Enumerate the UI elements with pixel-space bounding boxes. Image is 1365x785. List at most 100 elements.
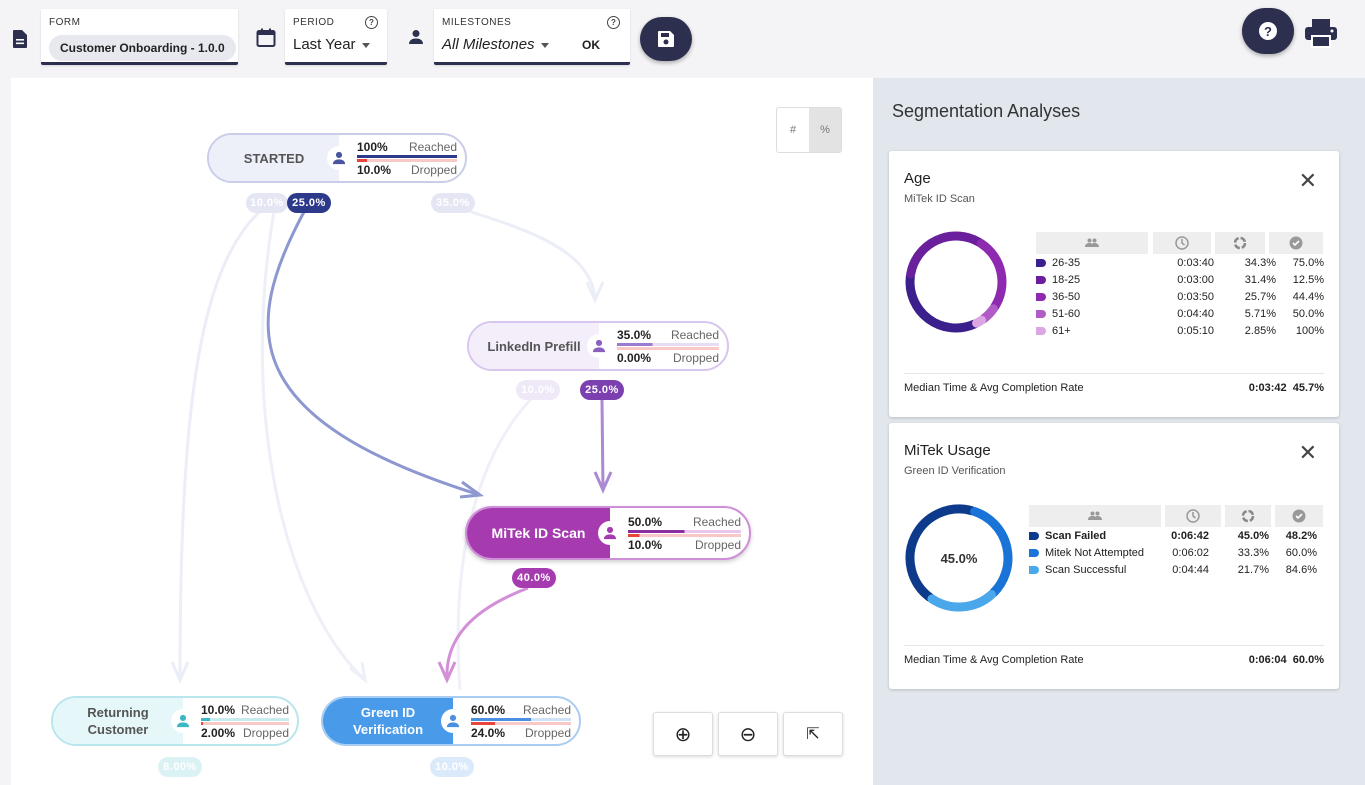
edge-tag-linkedin-greenid: 10.0%	[516, 380, 560, 400]
segment-row[interactable]: 26-35 0:03:40 34.3% 75.0%	[1036, 255, 1324, 272]
footer-label: Median Time & Avg Completion Rate	[904, 382, 1084, 394]
ok-button[interactable]: OK	[582, 38, 600, 52]
legend-swatch	[1029, 549, 1039, 558]
count-percent-toggle[interactable]: # %	[776, 107, 842, 153]
edge-tag-greenid-out: 10.0%	[430, 757, 474, 777]
legend-swatch	[1029, 566, 1039, 575]
person-icon	[441, 709, 465, 733]
toggle-percent[interactable]: %	[809, 108, 841, 152]
reached-label: Reached	[670, 327, 719, 342]
reached-value: 35.0%	[617, 327, 652, 342]
segment-rate: 100%	[1295, 325, 1324, 337]
close-icon[interactable]: ✕	[1299, 442, 1317, 464]
dropped-value: 10.0%	[357, 162, 392, 177]
milestones-selector[interactable]: MILESTONES ? All Milestones OK	[434, 9, 630, 65]
node-started[interactable]: STARTED 100% Reached 10.0% Dropped	[207, 133, 467, 183]
segment-label: 26-35	[1036, 255, 1080, 272]
segment-rate: 75.0%	[1292, 257, 1324, 269]
clock-icon	[1153, 232, 1211, 254]
segment-rate: 12.5%	[1292, 274, 1324, 286]
dropped-label: Dropped	[694, 537, 741, 552]
calendar-icon	[254, 26, 278, 50]
zoom-out-button[interactable]: ⊖	[718, 712, 778, 756]
segment-row[interactable]: 51-60 0:04:40 5.71% 50.0%	[1036, 306, 1324, 323]
segment-label: 36-50	[1036, 289, 1080, 306]
form-value-chip[interactable]: Customer Onboarding - 1.0.0	[49, 35, 236, 61]
node-linkedin-label: LinkedIn Prefill	[469, 323, 599, 369]
reached-bar	[471, 717, 571, 721]
node-greenid-label: Green ID Verification	[323, 698, 453, 744]
dropped-bar	[357, 158, 457, 162]
dropped-label: Dropped	[410, 162, 457, 177]
donut-icon	[1215, 232, 1265, 254]
node-started-label: STARTED	[209, 135, 339, 181]
node-started-stats: 100% Reached 10.0% Dropped	[351, 140, 465, 177]
segment-row[interactable]: Scan Successful 0:04:44 21.7% 84.6%	[1029, 562, 1323, 579]
donut-slice[interactable]	[905, 271, 979, 333]
zoom-in-button[interactable]: ⊕	[653, 712, 713, 756]
period-value[interactable]: Last Year	[293, 36, 370, 53]
segment-label-text: 18-25	[1052, 274, 1081, 286]
legend-swatch	[1036, 293, 1046, 302]
print-button[interactable]	[1300, 16, 1342, 50]
segment-rate: 48.2%	[1285, 530, 1317, 542]
segment-row[interactable]: 18-25 0:03:00 31.4% 12.5%	[1036, 272, 1324, 289]
segment-label-text: 61+	[1052, 325, 1071, 337]
help-button[interactable]: ?	[1242, 8, 1294, 54]
edge-started-greenid	[260, 205, 367, 682]
footer-time: 0:03:42	[1248, 382, 1287, 394]
close-icon[interactable]: ✕	[1299, 170, 1317, 192]
segment-row[interactable]: Mitek Not Attempted 0:06:02 33.3% 60.0%	[1029, 545, 1323, 562]
node-greenid[interactable]: Green ID Verification 60.0% Reached 24.0%…	[321, 696, 581, 746]
node-mitek[interactable]: MiTek ID Scan 50.0% Reached 10.0% Dropped	[465, 506, 751, 560]
donut-slice[interactable]	[976, 238, 1007, 312]
print-icon	[1305, 19, 1337, 48]
donut-slice[interactable]	[906, 231, 984, 279]
save-button[interactable]	[640, 17, 692, 61]
dropped-label: Dropped	[672, 350, 719, 365]
milestones-value-text: All Milestones	[442, 36, 535, 53]
reached-bar	[617, 342, 719, 346]
legend-swatch	[1036, 259, 1046, 268]
funnel-canvas[interactable]	[11, 78, 873, 785]
dropped-bar	[628, 533, 741, 537]
segment-label-text: Scan Successful	[1045, 564, 1127, 576]
segment-row[interactable]: 61+ 0:05:10 2.85% 100%	[1036, 323, 1324, 340]
segment-card-age: Age MiTek ID Scan ✕ 26-35 0:03:40 34.3% 75.…	[889, 151, 1339, 417]
dropped-value: 2.00%	[201, 725, 236, 740]
donut-slice[interactable]	[972, 315, 987, 328]
segment-label: 51-60	[1036, 306, 1080, 323]
person-icon	[406, 27, 426, 47]
panel-title: Segmentation Analyses	[892, 101, 1081, 121]
node-linkedin[interactable]: LinkedIn Prefill 35.0% Reached 0.00% Dropp…	[467, 321, 729, 371]
period-selector[interactable]: PERIOD ? Last Year	[285, 9, 387, 65]
edge-tag-returning-out: 8.00%	[158, 757, 202, 777]
donut-center-label: 45.0%	[940, 551, 978, 566]
period-help-icon[interactable]: ?	[365, 16, 378, 29]
edge-tag-mitek-greenid: 40.0%	[512, 568, 556, 588]
card-title: Age	[904, 170, 931, 187]
legend-swatch	[1036, 327, 1046, 336]
footer-values: 0:06:04 60.0%	[1249, 654, 1324, 666]
form-selector[interactable]: FORM Customer Onboarding - 1.0.0	[41, 9, 238, 65]
node-mitek-stats: 50.0% Reached 10.0% Dropped	[622, 515, 749, 552]
save-icon	[658, 31, 674, 47]
node-returning[interactable]: Returning Customer 10.0% Reached 2.00% Dro…	[51, 696, 299, 746]
form-label: FORM	[49, 17, 81, 28]
reset-view-button[interactable]: ⇱	[783, 712, 843, 756]
segment-row[interactable]: 36-50 0:03:50 25.7% 44.4%	[1036, 289, 1324, 306]
legend-swatch	[1036, 310, 1046, 319]
toggle-count[interactable]: #	[777, 108, 809, 152]
segment-row[interactable]: Scan Failed 0:06:42 45.0% 48.2%	[1029, 528, 1323, 545]
dropped-value: 24.0%	[471, 725, 506, 740]
milestones-help-icon[interactable]: ?	[607, 16, 620, 29]
funnel-edges	[170, 204, 613, 691]
donut-slice[interactable]	[927, 590, 997, 612]
edge-tag-linkedin-mitek: 25.0%	[580, 380, 624, 400]
help-icon: ?	[1259, 22, 1277, 40]
milestones-value[interactable]: All Milestones	[442, 36, 549, 53]
segment-rate: 44.4%	[1292, 291, 1324, 303]
dropped-bar	[617, 346, 719, 350]
segment-rate: 84.6%	[1285, 564, 1317, 576]
reached-value: 50.0%	[628, 514, 663, 529]
